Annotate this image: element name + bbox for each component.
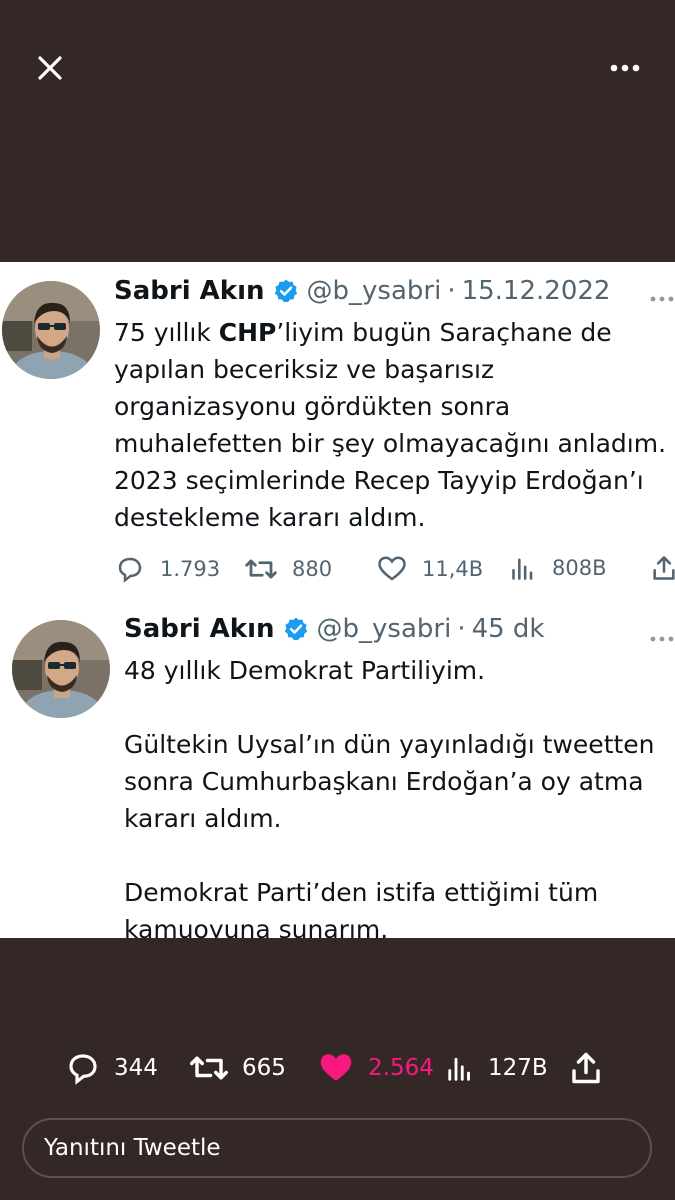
reply-placeholder: Yanıtını Tweetle bbox=[44, 1135, 221, 1161]
tweet-screenshot-card: Sabri Akın @b_ysabri · 15.12.2022 75 yıl… bbox=[0, 262, 675, 938]
tweet-more-icon[interactable] bbox=[650, 620, 674, 648]
tweet-timestamp[interactable]: 15.12.2022 bbox=[462, 276, 611, 306]
share-button[interactable] bbox=[568, 1045, 616, 1091]
reply-button[interactable]: 1.793 bbox=[114, 554, 220, 584]
tweet-paragraph: Gültekin Uysal’ın dün yayınladığı tweett… bbox=[124, 730, 655, 833]
reply-icon bbox=[69, 1054, 97, 1085]
retweet-icon bbox=[245, 559, 277, 579]
separator-dot: · bbox=[447, 276, 456, 306]
close-button[interactable] bbox=[30, 50, 70, 86]
views-count: 808B bbox=[552, 556, 607, 580]
like-count: 11,4B bbox=[422, 557, 484, 581]
heart-filled-icon bbox=[320, 1054, 352, 1081]
verified-badge-icon bbox=[284, 617, 307, 641]
views-button[interactable]: 127B bbox=[446, 1045, 548, 1091]
tweet-text: 75 yıllık CHP’liyim bugün Saraçhane de y… bbox=[114, 314, 675, 536]
retweet-count: 665 bbox=[242, 1055, 286, 1081]
user-handle[interactable]: @b_ysabri bbox=[307, 276, 442, 306]
tweet-text-bold: CHP bbox=[218, 318, 277, 347]
like-count: 2.564 bbox=[368, 1055, 434, 1081]
tweet-header: Sabri Akın @b_ysabri · 15.12.2022 bbox=[114, 276, 610, 306]
tweet-text-prefix: 75 yıllık bbox=[114, 318, 219, 347]
views-button[interactable]: 808B bbox=[510, 554, 607, 582]
reply-count: 344 bbox=[114, 1055, 158, 1081]
viewer-top-bar bbox=[0, 0, 675, 262]
tweet-timestamp[interactable]: 45 dk bbox=[472, 614, 545, 644]
share-icon bbox=[572, 1052, 600, 1084]
tweet-paragraph: Demokrat Parti’den istifa ettiğimi tüm k… bbox=[124, 878, 599, 938]
tweet-text: 48 yıllık Demokrat Partiliyim. Gültekin … bbox=[124, 652, 675, 938]
tweet-more-icon[interactable] bbox=[650, 280, 674, 308]
tweet-text-suffix: ’liyim bugün Saraçhane de yapılan beceri… bbox=[114, 318, 667, 532]
close-icon bbox=[38, 56, 62, 80]
retweet-button[interactable]: 880 bbox=[244, 554, 332, 584]
display-name[interactable]: Sabri Akın bbox=[114, 276, 265, 306]
more-icon bbox=[610, 64, 640, 72]
retweet-button[interactable]: 665 bbox=[188, 1045, 286, 1091]
reply-button[interactable]: 344 bbox=[64, 1045, 158, 1091]
views-count: 127B bbox=[488, 1055, 548, 1081]
like-button[interactable]: 2.564 bbox=[316, 1045, 434, 1091]
tweet-2[interactable]: Sabri Akın @b_ysabri · 45 dk 48 yıllık D… bbox=[0, 602, 675, 938]
like-button[interactable]: 11,4B bbox=[376, 554, 483, 584]
tweet-paragraph: 48 yıllık Demokrat Partiliyim. bbox=[124, 656, 486, 685]
retweet-icon bbox=[190, 1056, 228, 1080]
more-options-button[interactable] bbox=[604, 52, 646, 84]
avatar[interactable] bbox=[12, 620, 110, 718]
reply-input[interactable]: Yanıtını Tweetle bbox=[22, 1118, 652, 1178]
tweet-1[interactable]: Sabri Akın @b_ysabri · 15.12.2022 75 yıl… bbox=[0, 262, 675, 602]
separator-dot: · bbox=[457, 614, 466, 644]
tweet-header: Sabri Akın @b_ysabri · 45 dk bbox=[124, 614, 545, 644]
reply-count: 1.793 bbox=[160, 557, 221, 581]
share-icon bbox=[653, 556, 675, 580]
share-button[interactable] bbox=[650, 554, 675, 582]
verified-badge-icon bbox=[274, 279, 297, 303]
reply-icon bbox=[118, 557, 142, 583]
avatar[interactable] bbox=[2, 281, 100, 379]
display-name[interactable]: Sabri Akın bbox=[124, 614, 275, 644]
views-icon bbox=[512, 558, 533, 580]
user-handle[interactable]: @b_ysabri bbox=[317, 614, 452, 644]
post-action-bar: 344 665 2.564 127B bbox=[0, 1045, 675, 1091]
heart-icon bbox=[378, 556, 406, 581]
views-icon bbox=[448, 1057, 470, 1081]
retweet-count: 880 bbox=[292, 557, 333, 581]
tweet-actions: 1.793 880 11,4B 808B bbox=[114, 554, 675, 594]
